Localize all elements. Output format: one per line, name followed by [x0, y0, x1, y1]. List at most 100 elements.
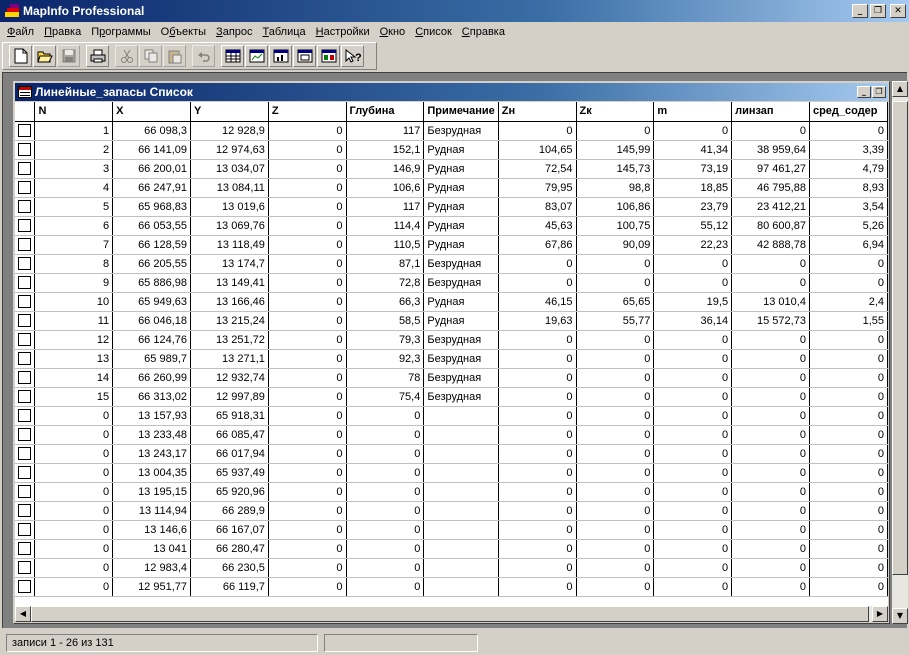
table-cell[interactable]: 3,54 — [809, 197, 888, 217]
table-cell[interactable]: 0 — [731, 330, 810, 350]
table-row[interactable]: 14 66 260,99 12 932,74 0 78 Безрудная 0 0 0 0 0 — [15, 368, 888, 388]
table-row[interactable]: 15 66 313,02 12 997,89 0 75,4 Безрудная 0 0 0 0 0 — [15, 387, 888, 407]
table-cell[interactable]: 13 114,94 — [112, 501, 191, 521]
table-cell[interactable]: 0 — [268, 273, 347, 293]
table-cell[interactable]: 0 — [346, 444, 425, 464]
table-cell[interactable]: 0 — [653, 406, 733, 426]
table-cell[interactable]: 65,65 — [576, 292, 655, 312]
table-cell[interactable]: 0 — [731, 444, 810, 464]
table-cell[interactable]: 6 — [34, 216, 114, 236]
table-cell[interactable]: 0 — [576, 387, 655, 407]
table-cell[interactable]: 13 166,46 — [190, 292, 269, 312]
table-cell[interactable]: 0 — [268, 349, 347, 369]
table-cell[interactable]: 66 260,99 — [112, 368, 191, 388]
scroll-down-icon[interactable]: ▼ — [892, 608, 908, 624]
table-cell[interactable]: 0 — [653, 444, 733, 464]
table-cell[interactable]: 0 — [268, 140, 347, 160]
table-cell[interactable]: 0 — [576, 577, 655, 597]
table-cell[interactable]: 13 251,72 — [190, 330, 269, 350]
table-cell[interactable]: 0 — [653, 254, 733, 274]
table-cell[interactable]: 0 — [268, 482, 347, 502]
table-cell[interactable]: 0 — [498, 368, 577, 388]
table-cell[interactable]: 0 — [653, 539, 733, 559]
table-cell[interactable]: 22,23 — [653, 235, 733, 255]
table-cell[interactable]: 100,75 — [576, 216, 655, 236]
table-cell[interactable]: 0 — [34, 539, 114, 559]
copy-icon[interactable] — [139, 45, 162, 67]
table-cell[interactable]: 79,95 — [498, 178, 577, 198]
row-checkbox[interactable] — [18, 371, 32, 384]
table-cell[interactable]: 0 — [268, 292, 347, 312]
table-row[interactable]: 0 13 146,6 66 167,07 0 0 0 0 0 0 0 — [15, 520, 888, 540]
table-cell[interactable]: 13 069,76 — [190, 216, 269, 236]
table-cell[interactable]: 0 — [498, 444, 577, 464]
paste-icon[interactable] — [163, 45, 186, 67]
table-cell[interactable]: 0 — [576, 425, 655, 445]
table-cell[interactable]: 66 085,47 — [190, 425, 269, 445]
table-cell[interactable]: 13 215,24 — [190, 311, 269, 331]
table-cell[interactable]: 0 — [346, 501, 425, 521]
table-cell[interactable]: 0 — [576, 463, 655, 483]
help-pointer-icon[interactable]: ? — [341, 45, 364, 67]
table-cell[interactable]: 0 — [809, 425, 888, 445]
menu-item-1[interactable]: Правка — [39, 26, 86, 38]
column-header[interactable]: сред_содер — [809, 102, 888, 122]
table-cell[interactable]: 12 997,89 — [190, 387, 269, 407]
table-cell[interactable]: 3 — [34, 159, 114, 179]
table-cell[interactable]: Рудная — [423, 178, 499, 198]
table-cell[interactable]: 0 — [498, 406, 577, 426]
table-cell[interactable]: 0 — [731, 482, 810, 502]
table-cell[interactable]: Безрудная — [423, 121, 499, 141]
row-checkbox[interactable] — [18, 542, 32, 555]
table-cell[interactable]: 117 — [346, 121, 425, 141]
table-row[interactable]: 4 66 247,91 13 084,11 0 106,6 Рудная 79,95 98,8… — [15, 178, 888, 198]
table-cell[interactable]: 66 313,02 — [112, 387, 191, 407]
table-cell[interactable]: 0 — [731, 368, 810, 388]
table-cell[interactable]: 66 046,18 — [112, 311, 191, 331]
table-cell[interactable]: 2 — [34, 140, 114, 160]
table-cell[interactable]: 92,3 — [346, 349, 425, 369]
table-cell[interactable]: 0 — [809, 254, 888, 274]
table-cell[interactable]: 0 — [809, 273, 888, 293]
row-checkbox[interactable] — [18, 143, 32, 156]
table-cell[interactable]: 19,63 — [498, 311, 577, 331]
table-cell[interactable]: 1 — [34, 121, 114, 141]
table-cell[interactable]: 106,6 — [346, 178, 425, 198]
table-cell[interactable]: 0 — [731, 463, 810, 483]
table-cell[interactable]: 0 — [731, 349, 810, 369]
table-cell[interactable]: 0 — [731, 406, 810, 426]
table-cell[interactable]: 46 795,88 — [731, 178, 810, 198]
table-cell[interactable]: 0 — [576, 444, 655, 464]
minimize-button[interactable]: _ — [852, 4, 868, 18]
table-cell[interactable] — [423, 425, 499, 445]
table-cell[interactable]: 23 412,21 — [731, 197, 810, 217]
column-header[interactable]: X — [112, 102, 191, 122]
table-cell[interactable]: 0 — [576, 273, 655, 293]
row-checkbox[interactable] — [18, 181, 32, 194]
close-button[interactable]: ✕ — [890, 4, 906, 18]
table-cell[interactable]: 0 — [653, 425, 733, 445]
table-cell[interactable]: 66 053,55 — [112, 216, 191, 236]
table-cell[interactable]: 5,26 — [809, 216, 888, 236]
table-cell[interactable]: Рудная — [423, 235, 499, 255]
table-cell[interactable] — [423, 539, 499, 559]
table-cell[interactable]: 0 — [346, 539, 425, 559]
table-cell[interactable]: 13 118,49 — [190, 235, 269, 255]
table-cell[interactable]: 19,5 — [653, 292, 733, 312]
menu-item-9[interactable]: Справка — [457, 26, 510, 38]
row-checkbox[interactable] — [18, 428, 32, 441]
table-cell[interactable]: 0 — [576, 482, 655, 502]
table-cell[interactable]: 73,19 — [653, 159, 733, 179]
scroll-up-icon[interactable]: ▲ — [892, 81, 908, 97]
table-cell[interactable]: 0 — [268, 425, 347, 445]
table-cell[interactable]: 152,1 — [346, 140, 425, 160]
table-cell[interactable]: 0 — [346, 406, 425, 426]
table-cell[interactable]: 0 — [653, 501, 733, 521]
table-cell[interactable]: 13 157,93 — [112, 406, 191, 426]
row-checkbox[interactable] — [18, 200, 32, 213]
table-cell[interactable]: 0 — [498, 558, 577, 578]
table-cell[interactable]: 12 974,63 — [190, 140, 269, 160]
table-cell[interactable]: 0 — [268, 444, 347, 464]
table-cell[interactable]: Рудная — [423, 216, 499, 236]
table-cell[interactable]: 0 — [809, 482, 888, 502]
